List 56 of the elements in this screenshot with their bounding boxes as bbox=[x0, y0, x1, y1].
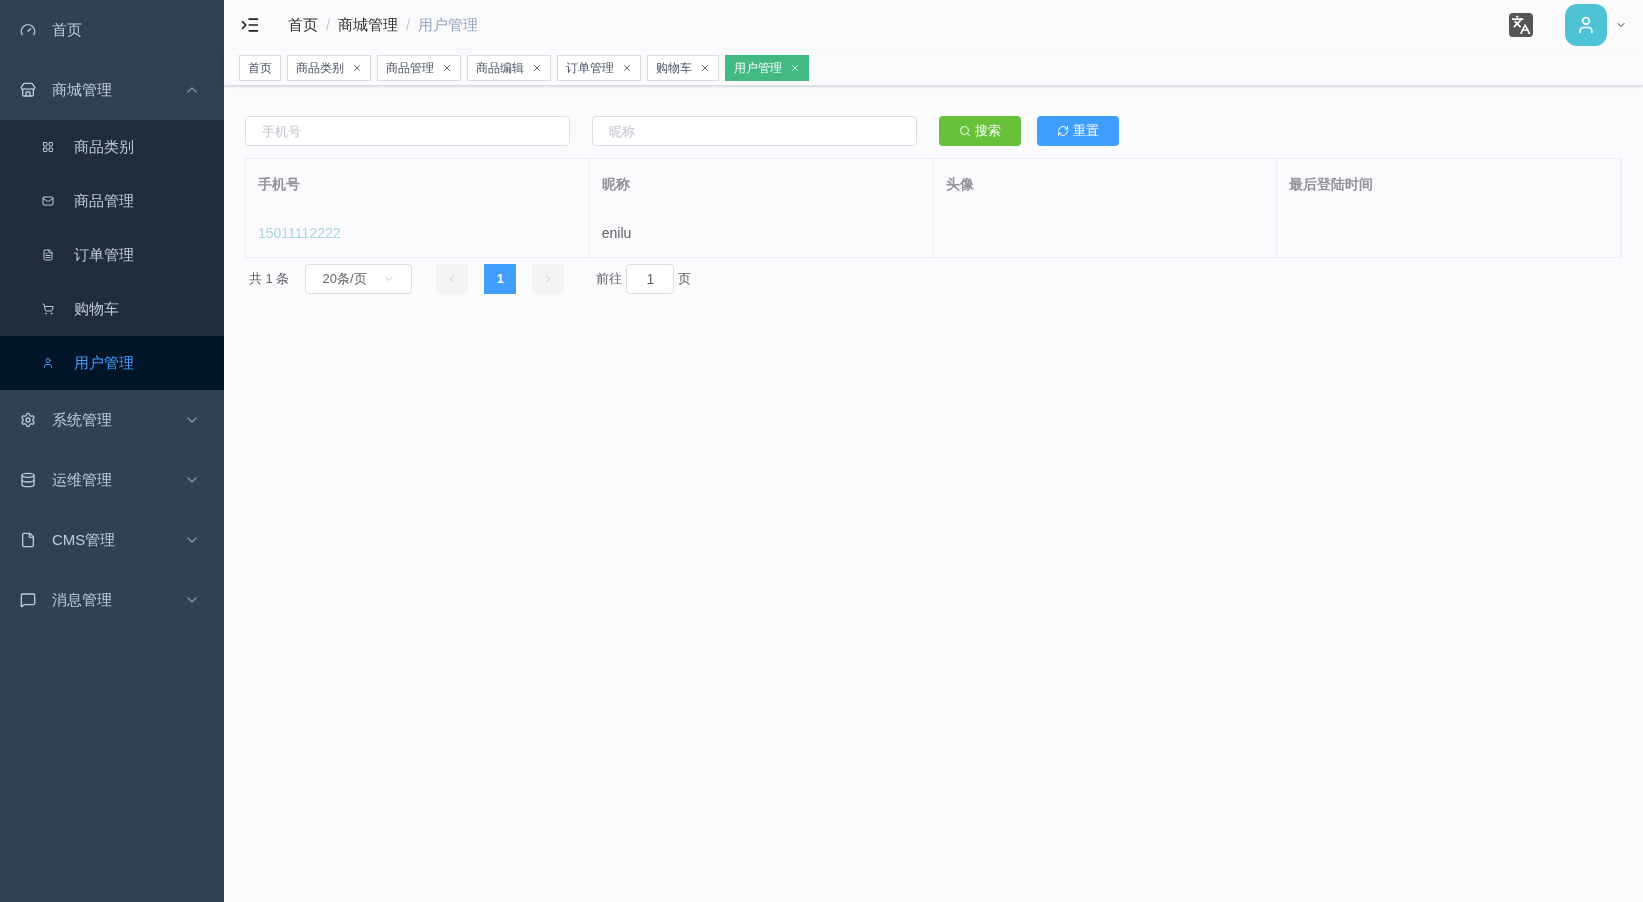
page-input[interactable]: 1 bbox=[626, 264, 675, 294]
refresh-icon bbox=[1057, 125, 1069, 137]
breadcrumb-item[interactable]: 首页 bbox=[288, 13, 318, 37]
page-tab[interactable]: 订单管理 bbox=[557, 54, 641, 81]
total-count: 共 1 条 bbox=[249, 270, 290, 289]
document-icon bbox=[42, 249, 54, 261]
page-tab[interactable]: 购物车 bbox=[647, 54, 719, 81]
page-size-select[interactable]: 20条/页 bbox=[305, 264, 413, 294]
submenu-item[interactable]: 订单管理 bbox=[0, 228, 224, 282]
document-icon bbox=[20, 532, 36, 548]
page-suffix: 页 bbox=[678, 270, 692, 289]
submenu-item[interactable]: 购物车 bbox=[0, 282, 224, 336]
breadcrumb-item[interactable]: 商城管理 bbox=[337, 13, 398, 37]
close-icon[interactable] bbox=[532, 62, 542, 73]
store-icon bbox=[20, 82, 36, 98]
database-icon bbox=[20, 472, 36, 488]
menu-item[interactable]: 首页 bbox=[0, 0, 224, 60]
translate-icon[interactable] bbox=[1509, 13, 1533, 37]
close-icon[interactable] bbox=[352, 62, 362, 73]
submenu-item[interactable]: 商品类别 bbox=[0, 120, 224, 174]
menu-item[interactable]: 系统管理 bbox=[0, 390, 224, 450]
close-icon[interactable] bbox=[700, 62, 710, 73]
page-tab[interactable]: 商品类别 bbox=[287, 54, 371, 81]
column-header: 头像 bbox=[933, 159, 1278, 209]
menu-item[interactable]: 消息管理 bbox=[0, 570, 224, 630]
page-tab[interactable]: 商品管理 bbox=[377, 54, 461, 81]
table-cell-text: enilu bbox=[601, 223, 632, 243]
user-icon bbox=[1576, 15, 1596, 35]
user-icon bbox=[42, 357, 54, 369]
breadcrumb-separator: / bbox=[326, 15, 330, 35]
grid-icon bbox=[42, 141, 54, 153]
column-header: 手机号 bbox=[246, 159, 590, 209]
menu-item[interactable]: 商城管理 bbox=[0, 60, 224, 120]
goto-label: 前往 bbox=[596, 270, 623, 289]
table-cell-text: 15011112222 bbox=[258, 223, 341, 243]
page-tab[interactable]: 首页 bbox=[239, 54, 281, 81]
envelope-icon bbox=[42, 195, 54, 207]
menu-item[interactable]: CMS管理 bbox=[0, 510, 224, 570]
cart-icon bbox=[42, 303, 54, 315]
search-field[interactable]: 昵称 bbox=[592, 116, 917, 146]
breadcrumb-item: 用户管理 bbox=[417, 14, 478, 35]
submenu-item[interactable]: 商品管理 bbox=[0, 174, 224, 228]
menu-item[interactable]: 运维管理 bbox=[0, 450, 224, 510]
gauge-icon bbox=[20, 22, 36, 38]
breadcrumb-separator: / bbox=[405, 15, 410, 35]
gear-icon bbox=[20, 412, 36, 428]
close-icon[interactable] bbox=[442, 62, 452, 73]
menu-icon[interactable] bbox=[240, 15, 260, 35]
submenu-item[interactable]: 用户管理 bbox=[0, 336, 224, 390]
search-field[interactable]: 手机号 bbox=[245, 116, 570, 146]
search-icon bbox=[959, 125, 971, 137]
chat-icon bbox=[20, 592, 36, 608]
close-icon[interactable] bbox=[622, 62, 632, 73]
column-header: 昵称 bbox=[589, 159, 934, 209]
column-header: 最后登陆时间 bbox=[1277, 159, 1621, 209]
page-tab[interactable]: 商品编辑 bbox=[467, 54, 551, 81]
